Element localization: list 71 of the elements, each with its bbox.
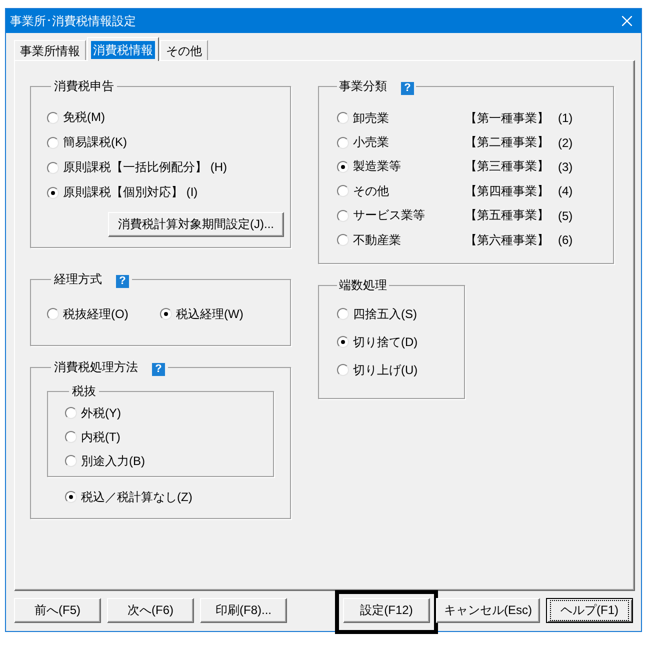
category-label: 【第六種事業】 [465,232,549,247]
group-title: 事業分類 [339,79,387,93]
radio-button[interactable] [160,308,172,320]
group-title: 消費税申告 [54,79,114,93]
period-settings-button[interactable]: 消費税計算対象期間設定(J)... [108,212,284,237]
shortcut-label: (1) [558,111,573,126]
radio-button[interactable] [65,407,77,419]
shortcut-label: (2) [558,136,573,150]
dialog-button[interactable]: 印刷(F8)... [200,598,287,623]
help-icon[interactable]: ? [401,82,414,95]
radio-button[interactable] [47,162,59,174]
group-title: 端数処理 [339,278,387,292]
option-label: 税抜経理(O) [63,306,128,322]
radio-button[interactable] [65,455,77,467]
tab[interactable]: 消費税情報 [87,37,159,61]
radio-button[interactable] [337,336,349,348]
option-label: 別途入力(B) [81,452,145,470]
tab[interactable]: その他 [160,40,208,60]
option-label: 原則課税【個別対応】 (I) [63,184,198,201]
option-label: 小売業 [353,135,389,150]
shortcut-label: (4) [558,184,573,198]
tab[interactable]: 事業所情報 [14,40,86,60]
shortcut-label: (5) [558,208,573,223]
radio-button[interactable] [65,491,77,503]
close-icon[interactable] [622,16,632,26]
option-label: 簡易課税(K) [63,134,127,151]
category-label: 【第四種事業】 [465,184,549,198]
help-icon[interactable]: ? [152,363,165,376]
radio-button[interactable] [337,364,349,376]
radio-button[interactable] [337,185,349,198]
radio-button[interactable] [47,308,59,320]
radio-button[interactable] [47,112,59,124]
option-label: その他 [353,184,389,198]
radio-button[interactable] [337,308,349,320]
option-label: 製造業等 [353,159,401,174]
option-label: 卸売業 [353,110,389,125]
dialog-button[interactable]: ヘルプ(F1) [546,598,633,623]
option-label: サービス業等 [353,208,425,222]
option-label: 切り捨て(D) [353,334,418,351]
radio-button[interactable] [65,431,77,443]
help-icon[interactable]: ? [116,275,129,288]
shortcut-label: (6) [558,233,573,248]
dialog-button[interactable]: キャンセル(Esc) [436,598,540,623]
option-label: 不動産業 [353,232,401,247]
option-label: 税込／税計算なし(Z) [81,488,192,506]
category-label: 【第二種事業】 [465,135,549,150]
option-label: 四捨五入(S) [353,306,417,323]
group-title: 消費税処理方法 [54,360,138,374]
option-label: 原則課税【一括比例配分】 (H) [63,159,227,176]
radio-button[interactable] [337,234,349,246]
option-label: 内税(T) [81,428,120,446]
radio-button[interactable] [337,136,349,149]
group-title: 税抜 [72,384,96,398]
category-label: 【第五種事業】 [465,208,549,222]
window-title: 事業所･消費税情報設定 [10,12,136,30]
dialog-button[interactable]: 前へ(F5) [14,598,101,623]
group-title: 経理方式 [54,272,102,286]
radio-button[interactable] [47,186,59,198]
radio-button[interactable] [337,210,349,222]
option-label: 免税(M) [63,109,105,126]
radio-button[interactable] [47,136,59,148]
option-label: 切り上げ(U) [353,362,418,379]
radio-button[interactable] [337,112,349,124]
category-label: 【第三種事業】 [465,159,549,174]
shortcut-label: (3) [558,160,573,174]
option-label: 外税(Y) [81,404,121,422]
category-label: 【第一種事業】 [465,110,549,125]
dialog-button[interactable]: 設定(F12) [343,598,430,623]
option-label: 税込経理(W) [176,306,244,322]
dialog-button[interactable]: 次へ(F6) [107,598,194,623]
radio-button[interactable] [337,160,349,173]
